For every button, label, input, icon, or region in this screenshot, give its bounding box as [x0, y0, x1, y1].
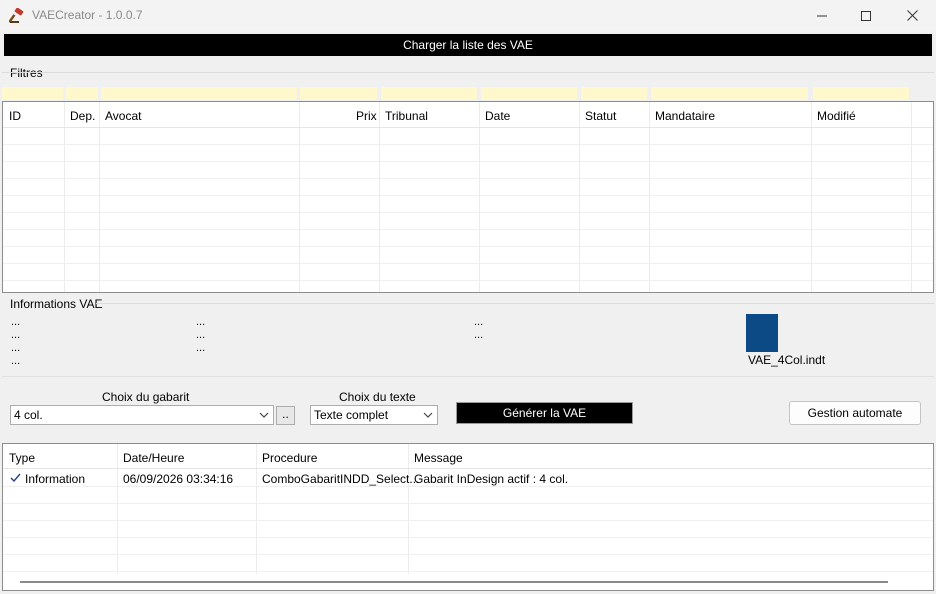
texte-select-value: Texte complet — [314, 408, 389, 422]
filter-input-tribunal[interactable] — [381, 87, 477, 100]
minimize-button[interactable] — [799, 0, 845, 31]
header-divider — [3, 127, 933, 128]
row-divider — [3, 571, 933, 572]
row-divider — [3, 161, 933, 162]
gabarit-label: Choix du gabarit — [102, 390, 190, 404]
log-grid[interactable]: Type Date/Heure Procedure Message Inform… — [2, 443, 934, 591]
column-header-avocat[interactable]: Avocat — [105, 109, 141, 123]
info-value: ... — [196, 316, 206, 328]
column-header-mandataire[interactable]: Mandataire — [655, 109, 715, 123]
minimize-icon — [817, 15, 827, 16]
log-cell-type: Information — [25, 472, 86, 486]
log-column-header-type[interactable]: Type — [9, 451, 35, 465]
header-divider — [3, 468, 933, 469]
vae-grid[interactable]: ID Dep. Avocat Prix Tribunal Date Statut… — [2, 101, 934, 293]
column-header-date[interactable]: Date — [485, 109, 510, 123]
info-value: ... — [474, 316, 484, 328]
browse-gabarit-button[interactable]: .. — [276, 406, 295, 425]
column-header-tribunal[interactable]: Tribunal — [385, 109, 428, 123]
gabarit-select-value: 4 col. — [14, 408, 43, 422]
filter-input-date[interactable] — [481, 87, 577, 100]
info-value: ... — [11, 329, 21, 341]
log-column-header-message[interactable]: Message — [414, 451, 463, 465]
row-divider — [3, 212, 933, 213]
controls-divider — [2, 376, 934, 377]
info-divider — [96, 303, 934, 304]
texte-label: Choix du texte — [339, 390, 416, 404]
row-divider — [3, 246, 933, 247]
log-horizontal-scrollbar[interactable] — [20, 581, 888, 583]
row-divider — [3, 263, 933, 264]
gabarit-select[interactable]: 4 col. — [10, 405, 274, 425]
filters-label: Filtres — [10, 66, 43, 80]
log-cell-datetime: 06/09/2026 03:34:16 — [123, 472, 234, 486]
maximize-button[interactable] — [843, 0, 889, 31]
log-cell-procedure: ComboGabaritINDD_Select... — [262, 472, 420, 486]
filter-input-dep[interactable] — [66, 87, 98, 100]
close-icon — [906, 10, 918, 21]
row-divider — [3, 144, 933, 145]
row-divider — [3, 537, 933, 538]
row-divider — [3, 520, 933, 521]
maximize-icon — [861, 10, 871, 21]
filter-input-avocat[interactable] — [101, 87, 297, 100]
title-bar: VAECreator - 1.0.0.7 — [0, 0, 936, 31]
filter-input-id[interactable] — [2, 87, 63, 100]
filter-input-mandataire[interactable] — [651, 87, 808, 100]
info-column-2: ... ... ... — [196, 316, 205, 355]
log-column-header-procedure[interactable]: Procedure — [262, 451, 317, 465]
info-value: ... — [11, 355, 21, 367]
automate-button[interactable]: Gestion automate — [789, 401, 921, 425]
column-header-statut[interactable]: Statut — [585, 109, 616, 123]
generate-vae-button[interactable]: Générer la VAE — [456, 402, 633, 424]
filter-input-prix[interactable] — [300, 87, 377, 100]
info-value: ... — [474, 329, 484, 341]
load-vae-list-button[interactable]: Charger la liste des VAE — [4, 34, 932, 56]
column-header-modifie[interactable]: Modifié — [817, 109, 856, 123]
row-divider — [3, 503, 933, 504]
filters-divider — [2, 72, 934, 73]
chevron-down-icon — [259, 412, 269, 418]
template-file-label: VAE_4Col.indt — [748, 353, 826, 367]
checkmark-icon — [10, 473, 21, 483]
gavel-icon — [8, 7, 25, 24]
row-divider — [3, 229, 933, 230]
log-cell-message: Gabarit InDesign actif : 4 col. — [414, 472, 569, 486]
info-value: ... — [11, 316, 21, 328]
row-divider — [3, 554, 933, 555]
info-column-1: ... ... ... ... — [11, 316, 20, 368]
info-column-3: ... ... — [474, 316, 483, 342]
info-value: ... — [196, 342, 206, 354]
info-value: ... — [11, 342, 21, 354]
chevron-down-icon — [423, 412, 433, 418]
row-divider — [3, 178, 933, 179]
row-divider — [3, 486, 933, 487]
column-header-prix[interactable]: Prix — [356, 109, 377, 123]
filter-input-statut[interactable] — [581, 87, 647, 100]
texte-select[interactable]: Texte complet — [310, 405, 438, 425]
template-thumbnail — [746, 314, 778, 352]
filter-input-modifie[interactable] — [813, 87, 909, 100]
column-header-id[interactable]: ID — [9, 109, 21, 123]
info-vae-label: Informations VAE — [10, 297, 103, 311]
window-title: VAECreator - 1.0.0.7 — [32, 8, 143, 22]
log-column-header-datetime[interactable]: Date/Heure — [123, 451, 184, 465]
row-divider — [3, 280, 933, 281]
row-divider — [3, 195, 933, 196]
close-button[interactable] — [889, 0, 935, 31]
column-header-dep[interactable]: Dep. — [70, 109, 95, 123]
info-value: ... — [196, 329, 206, 341]
